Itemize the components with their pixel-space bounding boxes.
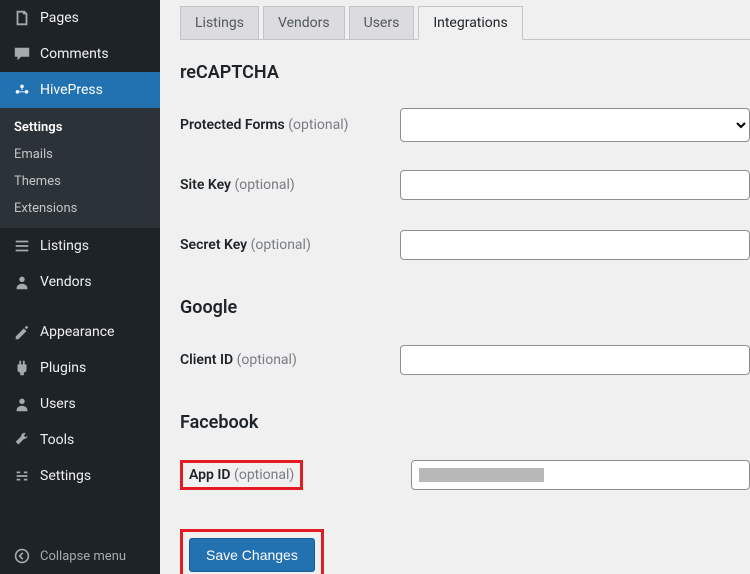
input-app-id[interactable] <box>411 460 750 490</box>
menu-item-appearance[interactable]: Appearance <box>0 314 160 350</box>
label-app-id: App ID (optional) <box>189 467 294 483</box>
menu-item-label: Appearance <box>40 324 114 340</box>
collapse-menu[interactable]: Collapse menu <box>0 538 160 574</box>
row-client-id: Client ID (optional) <box>180 330 750 390</box>
menu-item-plugins[interactable]: Plugins <box>0 350 160 386</box>
menu-item-settings[interactable]: Settings <box>0 458 160 494</box>
highlight-save-button: Save Changes <box>180 529 324 574</box>
tools-icon <box>12 430 32 450</box>
label-secret-key: Secret Key (optional) <box>180 237 400 253</box>
row-site-key: Site Key (optional) <box>180 155 750 215</box>
pages-icon <box>12 8 32 28</box>
menu-item-listings[interactable]: Listings <box>0 228 160 264</box>
tab-vendors[interactable]: Vendors <box>263 6 345 40</box>
label-protected-forms: Protected Forms (optional) <box>180 117 400 133</box>
menu-item-label: Listings <box>40 238 89 254</box>
menu-item-label: Tools <box>40 432 74 448</box>
collapse-label: Collapse menu <box>40 549 126 564</box>
listings-icon <box>12 236 32 256</box>
comments-icon <box>12 44 32 64</box>
menu-item-hivepress[interactable]: HivePress <box>0 72 160 108</box>
menu-item-label: Pages <box>40 10 79 26</box>
vendors-icon <box>12 272 32 292</box>
plugins-icon <box>12 358 32 378</box>
label-client-id: Client ID (optional) <box>180 352 400 368</box>
submenu-item-emails[interactable]: Emails <box>0 141 160 168</box>
menu-item-vendors[interactable]: Vendors <box>0 264 160 300</box>
tab-nav: Listings Vendors Users Integrations <box>180 6 750 40</box>
section-title-recaptcha: reCAPTCHA <box>180 62 750 83</box>
menu-item-label: Settings <box>40 468 91 484</box>
submenu-item-extensions[interactable]: Extensions <box>0 195 160 222</box>
settings-icon <box>12 466 32 486</box>
label-site-key: Site Key (optional) <box>180 177 400 193</box>
admin-sidebar: Pages Comments HivePress Settings Emails… <box>0 0 160 574</box>
menu-item-label: Vendors <box>40 274 92 290</box>
menu-item-label: Comments <box>40 46 109 62</box>
appearance-icon <box>12 322 32 342</box>
menu-item-label: Users <box>40 396 76 412</box>
row-app-id: App ID (optional) <box>180 445 750 505</box>
row-protected-forms: Protected Forms (optional) <box>180 95 750 155</box>
tab-integrations[interactable]: Integrations <box>418 6 522 40</box>
input-secret-key[interactable] <box>400 230 750 260</box>
tab-listings[interactable]: Listings <box>180 6 259 40</box>
section-title-google: Google <box>180 297 750 318</box>
submenu-item-themes[interactable]: Themes <box>0 168 160 195</box>
menu-item-comments[interactable]: Comments <box>0 36 160 72</box>
input-site-key[interactable] <box>400 170 750 200</box>
collapse-icon <box>12 546 32 566</box>
input-client-id[interactable] <box>400 345 750 375</box>
menu-item-label: Plugins <box>40 360 86 376</box>
submenu-item-settings[interactable]: Settings <box>0 114 160 141</box>
submit-wrap: Save Changes <box>180 529 750 574</box>
select-protected-forms[interactable] <box>400 108 750 142</box>
menu-item-users[interactable]: Users <box>0 386 160 422</box>
menu-item-tools[interactable]: Tools <box>0 422 160 458</box>
save-button[interactable]: Save Changes <box>189 538 315 572</box>
menu-item-pages[interactable]: Pages <box>0 0 160 36</box>
section-title-facebook: Facebook <box>180 412 750 433</box>
row-secret-key: Secret Key (optional) <box>180 215 750 275</box>
users-icon <box>12 394 32 414</box>
hivepress-submenu: Settings Emails Themes Extensions <box>0 108 160 228</box>
tab-users[interactable]: Users <box>349 6 415 40</box>
menu-item-label: HivePress <box>40 82 103 98</box>
main-content: Listings Vendors Users Integrations reCA… <box>160 0 750 574</box>
hivepress-icon <box>12 80 32 100</box>
highlight-app-id-label: App ID (optional) <box>180 460 303 490</box>
